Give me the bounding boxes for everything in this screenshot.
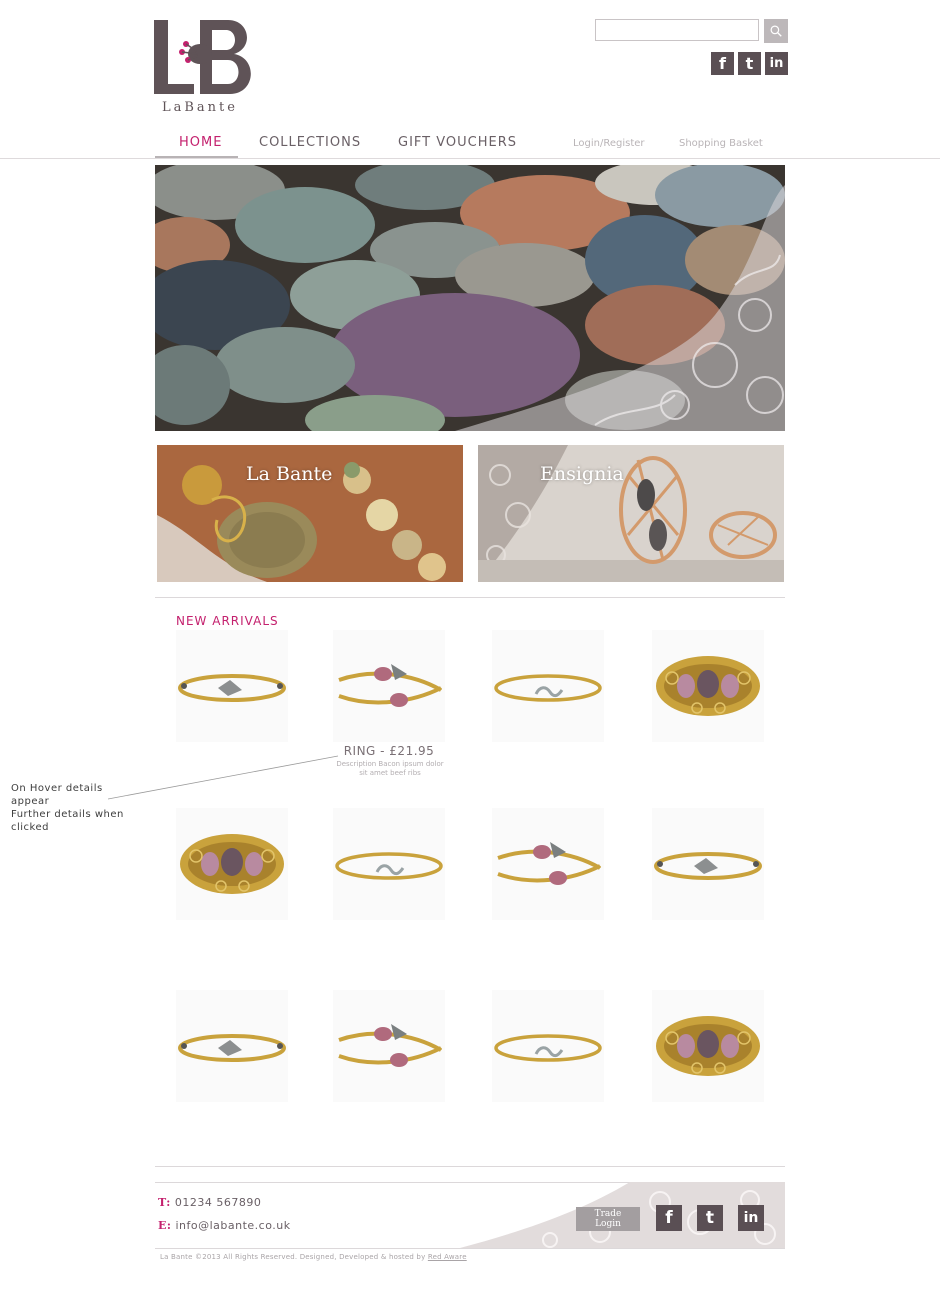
product-card[interactable] — [652, 808, 764, 920]
search-icon — [770, 25, 782, 37]
facebook-icon: f — [665, 1208, 673, 1228]
promo-ensignia-image — [478, 445, 784, 582]
thin-bangle-icon — [492, 630, 604, 742]
shopping-basket-link[interactable]: Shopping Basket — [679, 138, 763, 149]
hero-banner — [155, 165, 785, 431]
linkedin-icon: in — [743, 1210, 759, 1226]
thin-bangle-crystal-icon — [652, 808, 764, 920]
login-register-link[interactable]: Login/Register — [573, 138, 645, 149]
annotation-line-3: Further details when — [11, 809, 124, 820]
product-card[interactable] — [492, 990, 604, 1102]
promo-ensignia-title: Ensignia — [540, 463, 624, 485]
footer-phone: T: 01234 567890 — [158, 1196, 261, 1209]
filigree-cuff-icon — [652, 990, 764, 1102]
email-address[interactable]: info@labante.co.uk — [175, 1219, 290, 1232]
footer-divider-bottom — [155, 1248, 785, 1249]
product-card[interactable] — [333, 990, 445, 1102]
footer-divider-top — [155, 1166, 785, 1167]
wrap-bangle-pink-icon — [333, 630, 445, 742]
copyright: La Bante ©2013 All Rights Reserved. Desi… — [160, 1253, 467, 1261]
annotation-pointer-line — [108, 755, 339, 800]
product-card[interactable] — [176, 808, 288, 920]
facebook-icon: f — [719, 54, 726, 73]
footer-facebook-link[interactable]: f — [656, 1205, 682, 1231]
wrap-bangle-pink-icon — [492, 808, 604, 920]
brand-logo[interactable]: LaBante — [150, 18, 265, 118]
product-card[interactable] — [652, 630, 764, 742]
promo-ensignia[interactable]: Ensignia — [478, 445, 784, 582]
twitter-icon: t — [705, 1208, 715, 1228]
product-card[interactable] — [176, 990, 288, 1102]
thin-bangle-crystal-icon — [176, 630, 288, 742]
nav-collections[interactable]: COLLECTIONS — [259, 135, 361, 150]
nav-active-indicator — [155, 156, 238, 158]
hero-pebbles-image — [155, 165, 785, 431]
product-card[interactable] — [333, 808, 445, 920]
product-card[interactable] — [652, 990, 764, 1102]
product-card[interactable] — [333, 630, 445, 742]
search-input[interactable] — [595, 19, 759, 41]
annotation-line-1: On Hover details — [11, 783, 103, 794]
annotation-line-4: clicked — [11, 822, 49, 833]
promo-la-bante[interactable]: La Bante — [157, 445, 463, 582]
annotation-line-2: appear — [11, 796, 50, 807]
lb-monogram-icon — [154, 20, 251, 94]
nav-divider — [0, 158, 940, 159]
facebook-link[interactable]: f — [711, 52, 734, 75]
product-card[interactable] — [492, 808, 604, 920]
nav-home[interactable]: HOME — [179, 135, 222, 150]
filigree-cuff-icon — [652, 630, 764, 742]
copyright-text: La Bante ©2013 All Rights Reserved. Desi… — [160, 1253, 428, 1261]
linkedin-icon: in — [769, 56, 784, 71]
thin-bangle-crystal-icon — [176, 990, 288, 1102]
filigree-cuff-icon — [176, 808, 288, 920]
hover-product-description: Description Bacon ipsum dolor sit amet b… — [336, 760, 444, 777]
product-card[interactable] — [176, 630, 288, 742]
twitter-icon: t — [745, 54, 754, 73]
footer-email: E: info@labante.co.uk — [158, 1219, 291, 1232]
thin-bangle-icon — [492, 990, 604, 1102]
search-button[interactable] — [764, 19, 788, 43]
footer-linkedin-link[interactable]: in — [738, 1205, 764, 1231]
new-arrivals-title: NEW ARRIVALS — [176, 614, 279, 628]
section-divider — [155, 597, 785, 598]
linkedin-link[interactable]: in — [765, 52, 788, 75]
email-label: E: — [158, 1219, 172, 1232]
credit-link[interactable]: Red Aware — [428, 1253, 467, 1261]
footer-twitter-link[interactable]: t — [697, 1205, 723, 1231]
nav-gift-vouchers[interactable]: GIFT VOUCHERS — [398, 135, 517, 150]
brand-wordmark: LaBante — [162, 100, 238, 115]
product-card[interactable] — [492, 630, 604, 742]
twitter-link[interactable]: t — [738, 52, 761, 75]
wrap-bangle-pink-icon — [333, 990, 445, 1102]
hover-product-title[interactable]: RING - £21.95 — [330, 744, 448, 758]
promo-la-bante-title: La Bante — [246, 463, 333, 485]
phone-label: T: — [158, 1196, 171, 1209]
phone-number: 01234 567890 — [174, 1196, 262, 1209]
thin-bangle-icon — [333, 808, 445, 920]
trade-login-button[interactable]: Trade Login — [576, 1207, 640, 1231]
